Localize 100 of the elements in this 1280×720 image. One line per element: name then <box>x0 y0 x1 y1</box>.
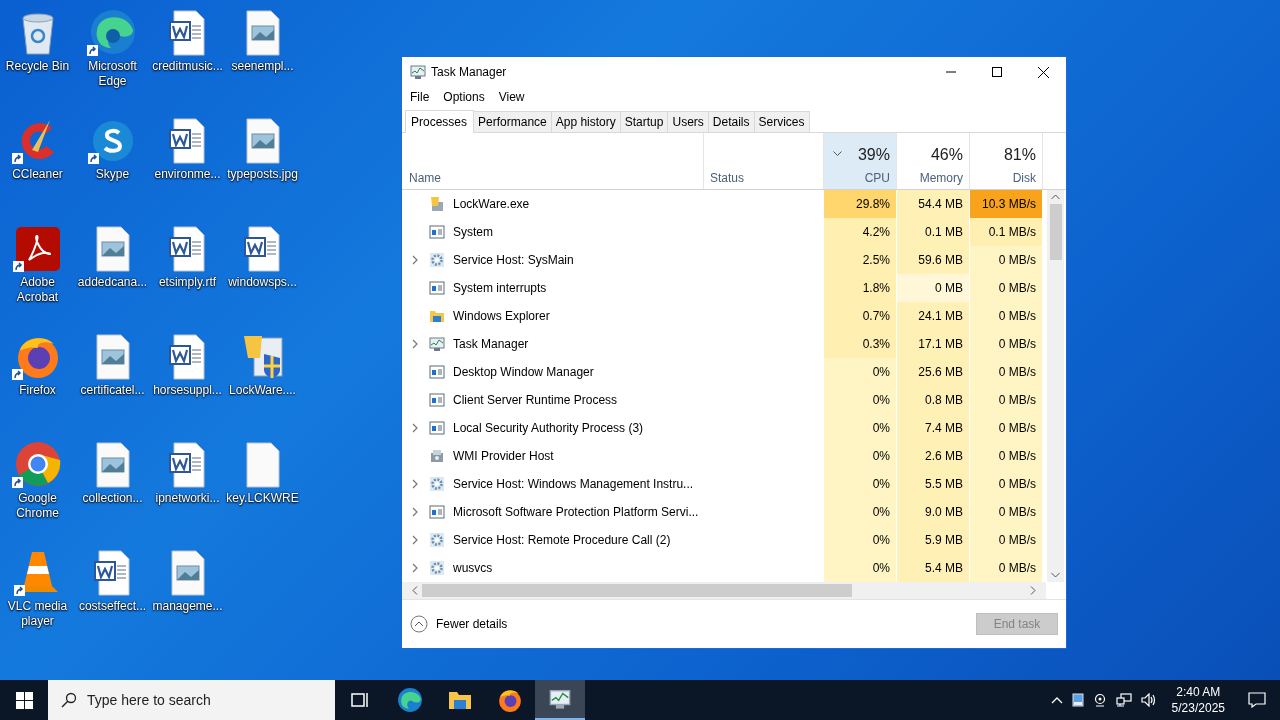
process-name: System <box>453 225 493 239</box>
edge-icon[interactable] <box>397 687 423 713</box>
chrome-icon <box>13 440 62 488</box>
desktop-icon-label[interactable]: seenempl... <box>231 59 294 74</box>
table-cell: 0.3% <box>824 330 897 358</box>
fewer-details-button[interactable]: Fewer details <box>410 615 508 633</box>
search-field[interactable]: Type here to search <box>48 680 335 720</box>
usage-percent: 81% <box>1003 146 1036 164</box>
tab[interactable]: Users <box>667 111 709 132</box>
desktop-icon-label[interactable]: environme... <box>154 167 221 182</box>
expand-chevron-icon[interactable] <box>412 507 418 517</box>
table-cell: 0% <box>824 386 897 414</box>
expand-chevron-icon[interactable] <box>412 339 418 349</box>
desktop-icon-label[interactable]: Adobe Acrobat <box>0 275 75 305</box>
desktop-icon-label[interactable]: addedcana... <box>77 275 148 290</box>
word-document-icon <box>167 226 208 272</box>
process-name: Desktop Window Manager <box>453 365 594 379</box>
edge-icon <box>88 8 137 56</box>
expand-chevron-icon[interactable] <box>412 563 418 573</box>
menu-item[interactable]: View <box>498 90 525 104</box>
process-name: Client Server Runtime Process <box>453 393 618 407</box>
menu-item[interactable]: Options <box>443 90 485 104</box>
image-file-icon <box>94 442 131 488</box>
table-cell: 7.4 MB <box>897 414 970 442</box>
clock[interactable]: 2:40 AM 5/23/2025 <box>1171 684 1225 716</box>
desktop-icon-label[interactable]: certificatel... <box>80 383 145 398</box>
expand-chevron-icon[interactable] <box>412 535 418 545</box>
chevron-up-icon[interactable] <box>1050 696 1063 704</box>
horizontal-scrollbar[interactable] <box>402 582 1046 599</box>
gear-icon <box>429 476 445 492</box>
desktop-icon-label[interactable]: Skype <box>95 167 130 182</box>
maximize-icon <box>992 67 1002 77</box>
scroll-thumb[interactable] <box>422 584 852 597</box>
expand-chevron-icon[interactable] <box>412 423 418 433</box>
task-view-icon[interactable] <box>350 691 370 709</box>
desktop-icon-label[interactable]: costseffect... <box>78 599 147 614</box>
word-document-icon <box>242 226 283 272</box>
speaker-icon[interactable] <box>1140 693 1157 707</box>
collapse-circle-icon <box>410 615 428 633</box>
desktop-icon-label[interactable]: key.LCKWRE <box>226 491 299 506</box>
notification-icon[interactable] <box>1248 692 1266 708</box>
process-name: Windows Explorer <box>453 309 550 323</box>
word-document-icon <box>167 334 208 380</box>
table-cell: 25.6 MB <box>897 358 970 386</box>
image-file-icon <box>244 10 281 56</box>
desktop-icon-label[interactable]: LockWare.... <box>229 383 296 398</box>
desktop-icon-label[interactable]: creditmusic... <box>152 59 223 74</box>
table-cell: 0 MB/s <box>970 414 1043 442</box>
process-name: Service Host: SysMain <box>453 253 574 267</box>
window-app-icon <box>429 392 445 408</box>
firefox-icon[interactable] <box>497 687 523 713</box>
shortcut-arrow-icon <box>87 153 99 164</box>
desktop-icon-label[interactable]: etsimply.rtf <box>158 275 217 290</box>
tab[interactable]: Processes <box>405 110 475 133</box>
desktop-icon-label[interactable]: horsesuppl... <box>153 383 222 398</box>
scroll-thumb[interactable] <box>1049 204 1062 260</box>
expand-chevron-icon[interactable] <box>412 255 418 265</box>
tab[interactable]: Startup <box>619 111 669 132</box>
column-header[interactable]: 46% Memory <box>897 133 970 189</box>
process-name: Service Host: Windows Management Instru... <box>453 477 694 491</box>
vertical-scrollbar[interactable] <box>1047 190 1064 582</box>
tab[interactable]: App history <box>550 111 621 132</box>
process-name: Microsoft Software Protection Platform Servi... <box>453 505 699 519</box>
desktop-icon-label[interactable]: Microsoft Edge <box>75 59 150 89</box>
desktop-icon-label[interactable]: Firefox <box>19 383 56 398</box>
network-icon[interactable] <box>1115 693 1132 707</box>
desktop-icon-label[interactable]: windowsps... <box>228 275 297 290</box>
usage-percent: 39% <box>857 146 890 164</box>
task-manager-icon[interactable] <box>548 688 572 710</box>
clock-date: 5/23/2025 <box>1171 700 1225 716</box>
process-name: wusvcs <box>453 561 493 575</box>
window-app-icon <box>429 224 445 240</box>
shortcut-arrow-icon <box>11 369 23 380</box>
column-header[interactable]: Name <box>402 133 704 189</box>
desktop-icon-label[interactable]: typeposts.jpg <box>227 167 298 182</box>
folder-icon[interactable] <box>448 690 472 710</box>
drive-icon[interactable] <box>1071 693 1084 707</box>
tab[interactable]: Details <box>707 111 755 132</box>
shortcut-arrow-icon <box>11 477 23 488</box>
usage-percent: 46% <box>930 146 963 164</box>
webcam-icon[interactable] <box>1092 693 1107 707</box>
shortcut-arrow-icon <box>13 585 25 596</box>
column-header[interactable]: 39% CPU <box>824 133 897 189</box>
tab[interactable]: Performance <box>473 111 552 132</box>
acrobat-icon <box>14 226 61 272</box>
desktop-icon-label[interactable]: Google Chrome <box>0 491 75 521</box>
taskbar-button[interactable] <box>535 680 585 720</box>
table-cell: 0 MB/s <box>970 498 1043 526</box>
desktop-icon-label[interactable]: Recycle Bin <box>5 59 70 74</box>
window-app-icon <box>429 504 445 520</box>
desktop-icon-label[interactable]: collection... <box>82 491 143 506</box>
desktop-icon-label[interactable]: VLC media player <box>0 599 75 629</box>
desktop-icon-label[interactable]: manageme... <box>152 599 223 614</box>
expand-chevron-icon[interactable] <box>412 479 418 489</box>
desktop-icon-label[interactable]: CCleaner <box>12 167 63 182</box>
column-header[interactable]: 81% Disk <box>970 133 1043 189</box>
desktop-icon-label[interactable]: ipnetworki... <box>155 491 220 506</box>
tab[interactable]: Services <box>753 111 810 132</box>
table-cell: 0% <box>824 442 897 470</box>
menu-item[interactable]: File <box>410 90 430 104</box>
